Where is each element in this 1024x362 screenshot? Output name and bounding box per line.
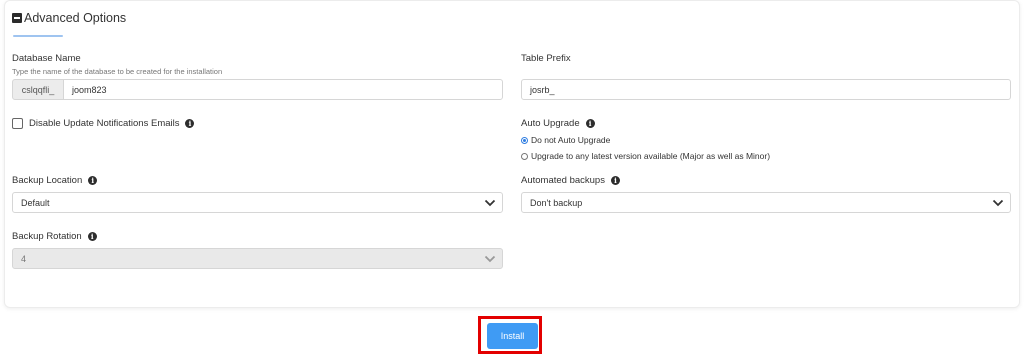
section-title: Advanced Options — [24, 11, 127, 25]
disable-notifications-label-text: Disable Update Notifications Emails — [29, 118, 180, 129]
section-title-underline — [13, 35, 63, 37]
backup-rotation-value: 4 — [21, 253, 27, 264]
auto-upgrade-option-latest[interactable]: Upgrade to any latest version available … — [521, 151, 770, 161]
auto-upgrade-label: Auto Upgrade i — [521, 118, 595, 129]
disable-notifications-checkbox[interactable] — [12, 118, 23, 129]
automated-backups-label: Automated backups i — [521, 175, 620, 186]
backup-location-value: Default — [21, 197, 50, 208]
automated-backups-select[interactable]: Don't backup — [521, 192, 1011, 213]
advanced-options-panel: Advanced Options Database Name Type the … — [4, 0, 1020, 308]
database-name-input[interactable]: joom823 — [63, 79, 503, 100]
info-icon[interactable]: i — [610, 176, 620, 185]
auto-upgrade-option-label: Upgrade to any latest version available … — [531, 151, 771, 161]
backup-rotation-label: Backup Rotation i — [12, 231, 97, 242]
database-prefix-addon: cslqqfli_ — [12, 79, 64, 100]
install-button[interactable]: Install — [487, 323, 538, 349]
auto-upgrade-option-none[interactable]: Do not Auto Upgrade — [521, 135, 610, 145]
automated-backups-label-text: Automated backups — [521, 175, 605, 186]
database-name-hint: Type the name of the database to be crea… — [12, 67, 223, 76]
info-icon[interactable]: i — [88, 176, 98, 185]
chevron-down-icon — [992, 199, 1004, 207]
table-prefix-label-text: Table Prefix — [521, 53, 571, 64]
backup-location-label-text: Backup Location — [12, 175, 83, 186]
chevron-down-icon — [484, 199, 496, 207]
table-prefix-input[interactable]: josrb_ — [521, 79, 1011, 100]
radio-unchecked-icon[interactable] — [521, 152, 528, 160]
advanced-options-toggle[interactable]: Advanced Options — [12, 11, 126, 25]
chevron-down-icon — [484, 255, 496, 263]
info-icon[interactable]: i — [585, 119, 595, 128]
disable-notifications-label: Disable Update Notifications Emails i — [29, 118, 195, 129]
backup-rotation-select[interactable]: 4 — [12, 248, 503, 269]
backup-rotation-label-text: Backup Rotation — [12, 231, 82, 242]
backup-location-label: Backup Location i — [12, 175, 98, 186]
database-name-label: Database Name — [12, 53, 81, 64]
database-name-label-text: Database Name — [12, 53, 81, 64]
minus-square-icon — [12, 13, 22, 23]
table-prefix-label: Table Prefix — [521, 53, 571, 64]
backup-location-select[interactable]: Default — [12, 192, 503, 213]
automated-backups-value: Don't backup — [530, 197, 583, 208]
info-icon[interactable]: i — [185, 119, 195, 128]
auto-upgrade-option-label: Do not Auto Upgrade — [531, 135, 611, 145]
auto-upgrade-label-text: Auto Upgrade — [521, 118, 580, 129]
info-icon[interactable]: i — [87, 232, 97, 241]
radio-checked-icon[interactable] — [521, 136, 528, 144]
